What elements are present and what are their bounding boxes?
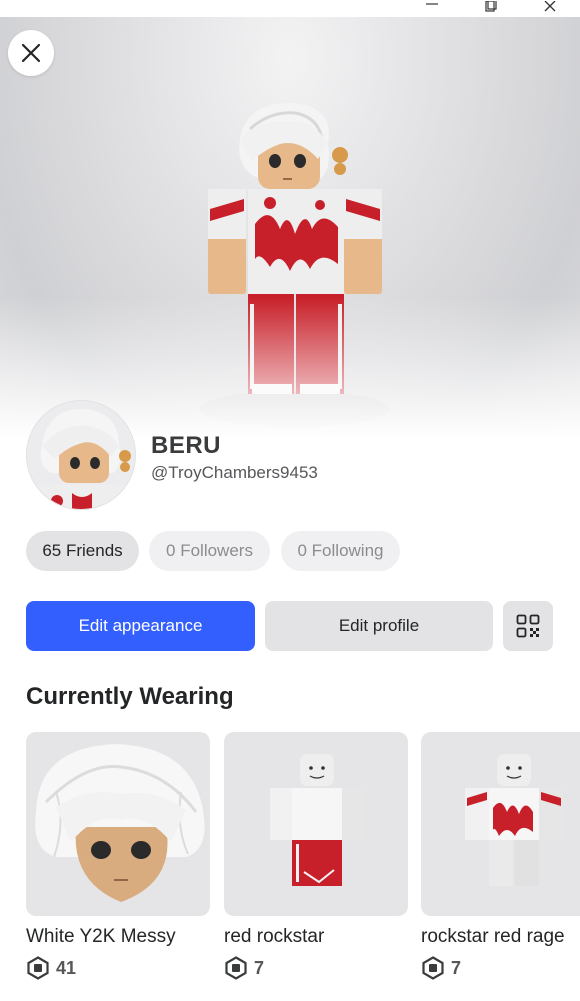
shirt-thumbnail-image xyxy=(465,754,563,886)
close-window-button[interactable] xyxy=(530,0,570,14)
restore-window-button[interactable] xyxy=(470,0,510,14)
item-name: red rockstar xyxy=(224,926,325,947)
avatar-hero xyxy=(0,17,580,447)
item-name: White Y2K Messy xyxy=(26,926,176,947)
close-icon xyxy=(21,43,41,63)
window-titlebar xyxy=(0,0,580,17)
item-price-value: 7 xyxy=(254,957,265,978)
robux-icon xyxy=(422,956,444,980)
followers-count-chip[interactable]: 0 Followers xyxy=(149,531,270,571)
item-price-value: 41 xyxy=(56,957,77,978)
item-price: 41 xyxy=(26,956,210,980)
edit-profile-button[interactable]: Edit profile xyxy=(265,601,493,651)
restore-icon xyxy=(485,1,497,12)
minimize-icon xyxy=(426,3,438,5)
outfit-thumbnail-image xyxy=(270,754,366,886)
item-thumbnail xyxy=(224,732,408,916)
close-window-icon xyxy=(544,1,556,12)
edit-appearance-button[interactable]: Edit appearance xyxy=(26,601,255,651)
hair-thumbnail-image xyxy=(35,744,205,902)
item-price: 7 xyxy=(421,956,580,980)
following-count-chip[interactable]: 0 Following xyxy=(281,531,400,571)
qr-code-button[interactable] xyxy=(503,601,553,651)
wearing-item-card[interactable]: rockstar red rage 7 xyxy=(421,732,580,980)
item-price-value: 7 xyxy=(451,957,462,978)
qr-code-icon xyxy=(516,614,540,638)
close-button[interactable] xyxy=(8,30,54,76)
username: @TroyChambers9453 xyxy=(151,463,318,482)
wearing-item-card[interactable]: White Y2K Messy 41 xyxy=(26,732,210,980)
item-name: rockstar red rage xyxy=(421,926,565,947)
avatar-headshot-image xyxy=(27,401,135,509)
friends-count-chip[interactable]: 65 Friends xyxy=(26,531,139,571)
item-thumbnail xyxy=(26,732,210,916)
avatar-headshot[interactable] xyxy=(26,400,136,510)
item-price: 7 xyxy=(224,956,408,980)
display-name: BERU xyxy=(151,432,222,459)
wearing-item-card[interactable]: red rockstar 7 xyxy=(224,732,408,980)
robux-icon xyxy=(27,956,49,980)
minimize-window-button[interactable] xyxy=(412,0,452,14)
item-thumbnail xyxy=(421,732,580,916)
robux-icon xyxy=(225,956,247,980)
currently-wearing-title: Currently Wearing xyxy=(26,683,234,710)
